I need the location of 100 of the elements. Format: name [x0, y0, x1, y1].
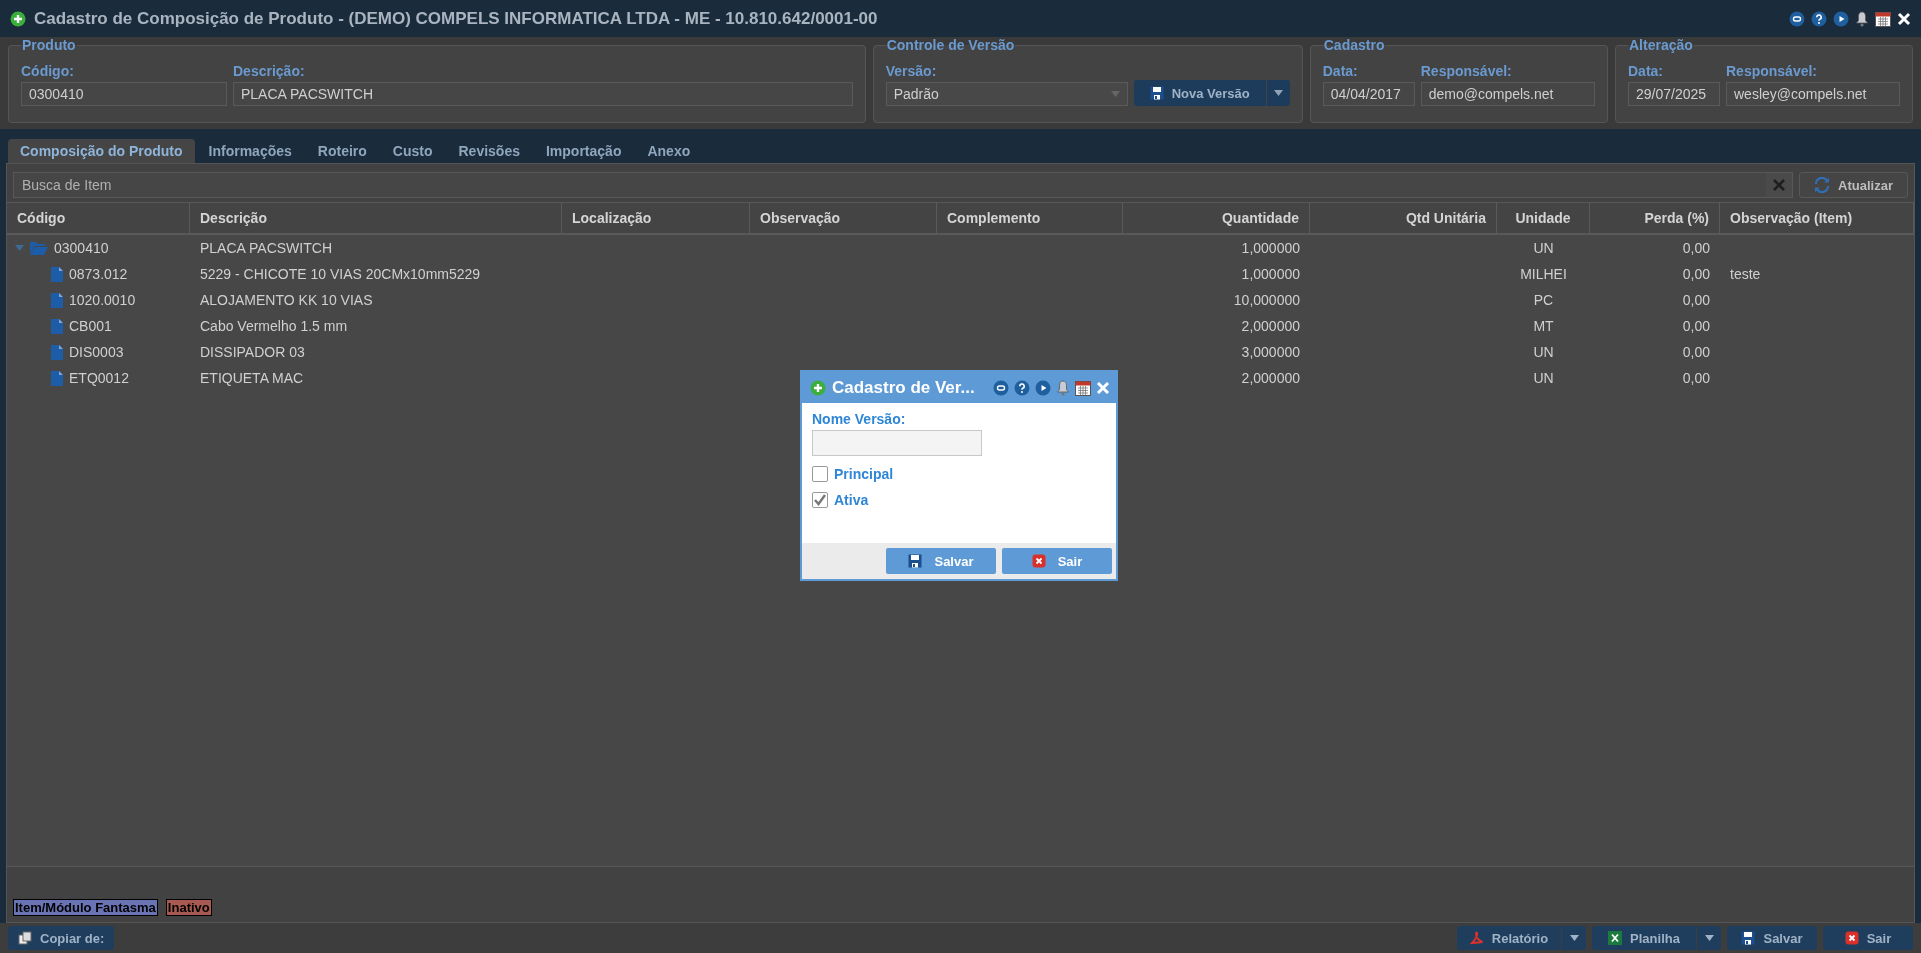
chat-icon[interactable] [993, 379, 1009, 396]
clear-button[interactable] [1766, 173, 1793, 197]
footer-button[interactable]: Planilha [1592, 926, 1696, 950]
input-field[interactable]: 29/07/2025 [1628, 82, 1720, 106]
panel-title: Cadastro [1322, 37, 1386, 53]
new-version-button[interactable]: Nova Versão [1133, 80, 1266, 106]
table-cell: PLACA PACSWITCH [200, 240, 332, 256]
help-icon[interactable] [1014, 379, 1030, 396]
table-cell: 10,000000 [1233, 292, 1300, 308]
table-cell: ETIQUETA MAC [200, 370, 304, 386]
legend-tag: Inativo [165, 899, 212, 916]
column-header[interactable]: Quantidade [1123, 203, 1310, 233]
dropdown-button[interactable] [1562, 926, 1586, 950]
checkbox-label[interactable]: Principal [834, 466, 894, 482]
field-label: Data: [1322, 63, 1359, 79]
column-header[interactable]: Localização [562, 203, 750, 233]
table-cell: 0300410 [54, 240, 109, 256]
field-label: Código: [21, 63, 75, 79]
column-header[interactable]: Unidade [1497, 203, 1590, 233]
tab[interactable]: Anexo [635, 139, 703, 163]
tab[interactable]: Composição do Produto [8, 139, 195, 163]
panel-title: Produto [21, 37, 77, 53]
field-label: Data: [1628, 63, 1664, 79]
table-cell: UN [1533, 370, 1554, 386]
tab[interactable]: Revisões [446, 139, 532, 163]
close-icon[interactable] [1897, 11, 1911, 26]
tab[interactable]: Importação [533, 139, 634, 163]
table-cell: 0,00 [1682, 292, 1710, 308]
checkbox[interactable] [812, 466, 828, 482]
table-cell: 0,00 [1682, 370, 1710, 386]
legend-tag: Item/Módulo Fantasma [13, 899, 158, 916]
table-cell: ALOJAMENTO KK 10 VIAS [200, 292, 373, 308]
dialog-button[interactable]: Sair [1002, 548, 1112, 574]
refresh-icon [1814, 177, 1831, 193]
table-cell: MILHEI [1520, 266, 1567, 282]
open-folder-icon [30, 241, 48, 255]
table-cell: 2,000000 [1241, 318, 1300, 334]
table-cell: 1020.0010 [69, 292, 136, 308]
search-field[interactable]: Busca de Item [13, 172, 1794, 198]
table-cell: DIS0003 [69, 344, 124, 360]
window-title: Cadastro de Composição de Produto - (DEMO) COMPELS INFORMATICA LTDA - ME - 10.810.642/0001-00 [34, 8, 879, 29]
column-header[interactable]: Complemento [937, 203, 1123, 233]
caret-icon [1569, 935, 1579, 941]
dropdown-button[interactable] [1266, 80, 1290, 106]
column-header[interactable]: Código [7, 203, 190, 233]
table-cell: 3,000000 [1241, 344, 1300, 360]
footer-button[interactable]: Relatório [1457, 926, 1561, 950]
file-icon [51, 266, 63, 282]
column-header[interactable]: Descrição [190, 203, 562, 233]
app-icon [10, 10, 26, 27]
table-cell: 0873.012 [69, 266, 128, 282]
tab[interactable]: Custo [380, 139, 445, 163]
table-cell: UN [1533, 344, 1554, 360]
column-header[interactable]: Qtd Unitária [1310, 203, 1497, 233]
checkbox-label[interactable]: Ativa [834, 492, 869, 508]
play-icon[interactable] [1035, 379, 1051, 396]
dropdown-button[interactable] [1697, 926, 1721, 950]
close-icon [1773, 179, 1786, 191]
field-label: Versão: [885, 63, 938, 79]
input-field[interactable]: 0300410 [21, 82, 227, 106]
table-cell: Cabo Vermelho 1.5 mm [200, 318, 348, 334]
input-field[interactable] [812, 430, 982, 456]
dropdown-field[interactable]: Padrão [885, 82, 1128, 106]
dialog-button[interactable]: Salvar [886, 548, 996, 574]
table-cell: 0,00 [1682, 266, 1710, 282]
column-header[interactable]: Observação [750, 203, 937, 233]
calendar-icon[interactable] [1875, 10, 1891, 27]
input-field[interactable]: wesley@compels.net [1726, 82, 1900, 106]
tab[interactable]: Roteiro [305, 139, 379, 163]
table-cell: 0,00 [1682, 344, 1710, 360]
field-label: Responsável: [1726, 63, 1819, 79]
field-label: Descrição: [233, 63, 306, 79]
column-header[interactable]: Perda (%) [1590, 203, 1720, 233]
bell-icon[interactable] [1855, 10, 1869, 27]
refresh-button[interactable]: Atualizar [1799, 172, 1908, 198]
pdf-icon [1469, 931, 1484, 945]
table-cell: teste [1730, 266, 1761, 282]
help-icon[interactable] [1811, 10, 1827, 27]
tab[interactable]: Informações [196, 139, 304, 163]
table-cell: 1,000000 [1241, 240, 1300, 256]
spreadsheet-icon [1608, 931, 1623, 945]
checkbox[interactable] [812, 492, 828, 508]
copy-from-button[interactable]: Copiar de: [8, 926, 115, 950]
footer-button[interactable]: Salvar [1727, 926, 1817, 950]
input-field[interactable]: demo@compels.net [1420, 82, 1595, 106]
chat-icon[interactable] [1789, 10, 1805, 27]
panel-title: Alteração [1628, 37, 1694, 53]
file-icon [51, 292, 63, 308]
column-header[interactable]: Observação (Item) [1720, 203, 1914, 233]
play-icon[interactable] [1833, 10, 1849, 27]
dialog-title: Cadastro de Ver... [832, 377, 976, 398]
calendar-icon[interactable] [1075, 379, 1091, 396]
input-field[interactable]: 04/04/2017 [1322, 82, 1415, 106]
footer-button[interactable]: Sair [1823, 926, 1913, 950]
table-cell: 2,000000 [1241, 370, 1300, 386]
table-cell: 5229 - CHICOTE 10 VIAS 20CMx10mm5229 [200, 266, 481, 282]
input-field[interactable]: PLACA PACSWITCH [233, 82, 853, 106]
file-icon [51, 344, 63, 360]
exit-icon [1031, 554, 1046, 568]
table-cell: PC [1533, 292, 1554, 308]
